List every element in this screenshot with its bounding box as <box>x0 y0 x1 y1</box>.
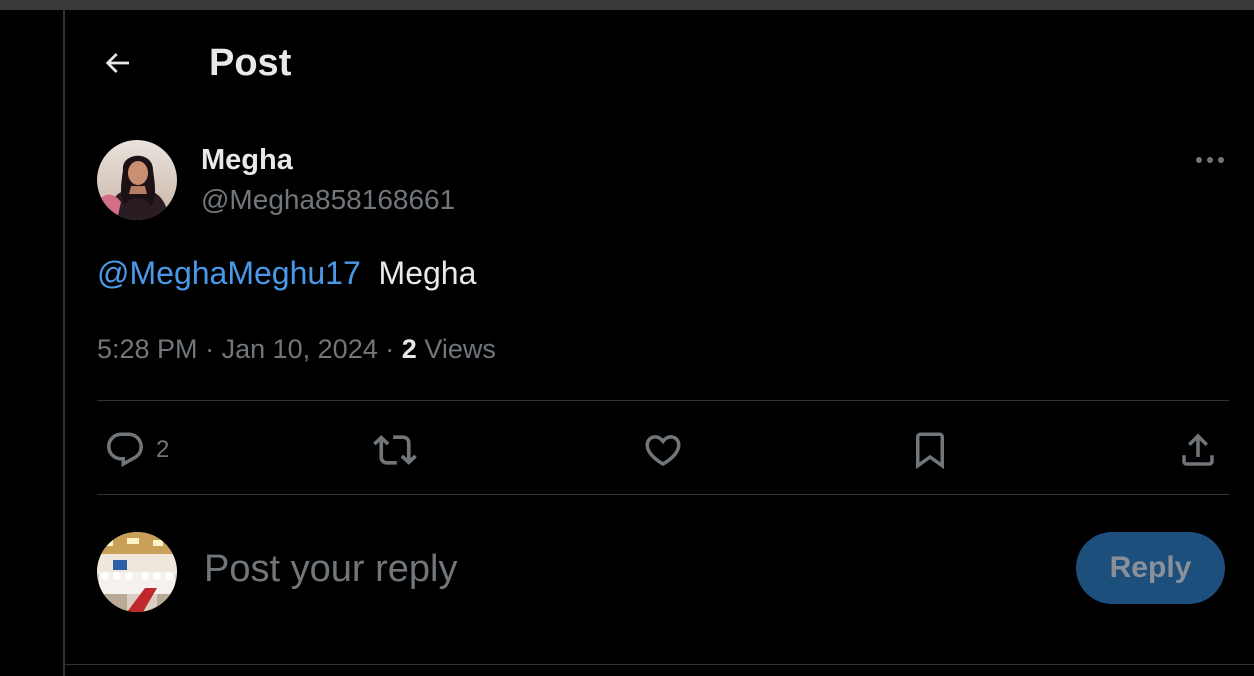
reply-input[interactable] <box>204 540 1024 598</box>
views-label: Views <box>424 334 496 364</box>
divider <box>65 664 1254 665</box>
author-handle[interactable]: @Megha858168661 <box>201 183 455 217</box>
post-date[interactable]: Jan 10, 2024 <box>222 334 378 364</box>
author-avatar[interactable] <box>97 140 177 220</box>
page-title: Post <box>209 42 292 84</box>
post-time[interactable]: 5:28 PM <box>97 334 198 364</box>
window-top-strip <box>0 0 1254 10</box>
post-text: @MeghaMeghu17 Megha <box>97 253 476 293</box>
current-user-avatar-image <box>97 532 177 612</box>
arrow-left-icon <box>105 53 129 73</box>
reply-button[interactable]: Reply <box>1076 532 1225 604</box>
mention-link[interactable]: @MeghaMeghu17 <box>97 255 361 291</box>
back-button[interactable] <box>92 40 142 86</box>
meta-separator: · <box>385 334 395 364</box>
divider <box>97 494 1229 495</box>
reply-action-button[interactable]: 2 <box>104 424 169 476</box>
repost-action-button[interactable] <box>373 424 417 476</box>
more-horizontal-icon <box>1196 157 1224 163</box>
views-count: 2 <box>401 334 417 364</box>
repost-icon <box>373 435 417 465</box>
more-options-button[interactable] <box>1188 144 1232 176</box>
left-column-divider <box>63 10 65 676</box>
author-display-name[interactable]: Megha <box>201 143 293 177</box>
like-action-button[interactable] <box>642 424 684 476</box>
bookmark-icon <box>916 432 944 470</box>
reply-count: 2 <box>156 436 170 463</box>
share-action-button[interactable] <box>1177 424 1219 476</box>
current-user-avatar[interactable] <box>97 532 177 612</box>
post-body-text: Megha <box>378 255 477 291</box>
divider <box>97 400 1229 401</box>
reply-icon <box>107 432 143 467</box>
author-avatar-image <box>97 140 177 220</box>
heart-icon <box>645 435 681 467</box>
share-icon <box>1182 433 1214 466</box>
meta-separator: · <box>205 334 215 364</box>
post-metadata: 5:28 PM · Jan 10, 2024 · 2 Views <box>97 332 496 366</box>
bookmark-action-button[interactable] <box>909 424 951 476</box>
